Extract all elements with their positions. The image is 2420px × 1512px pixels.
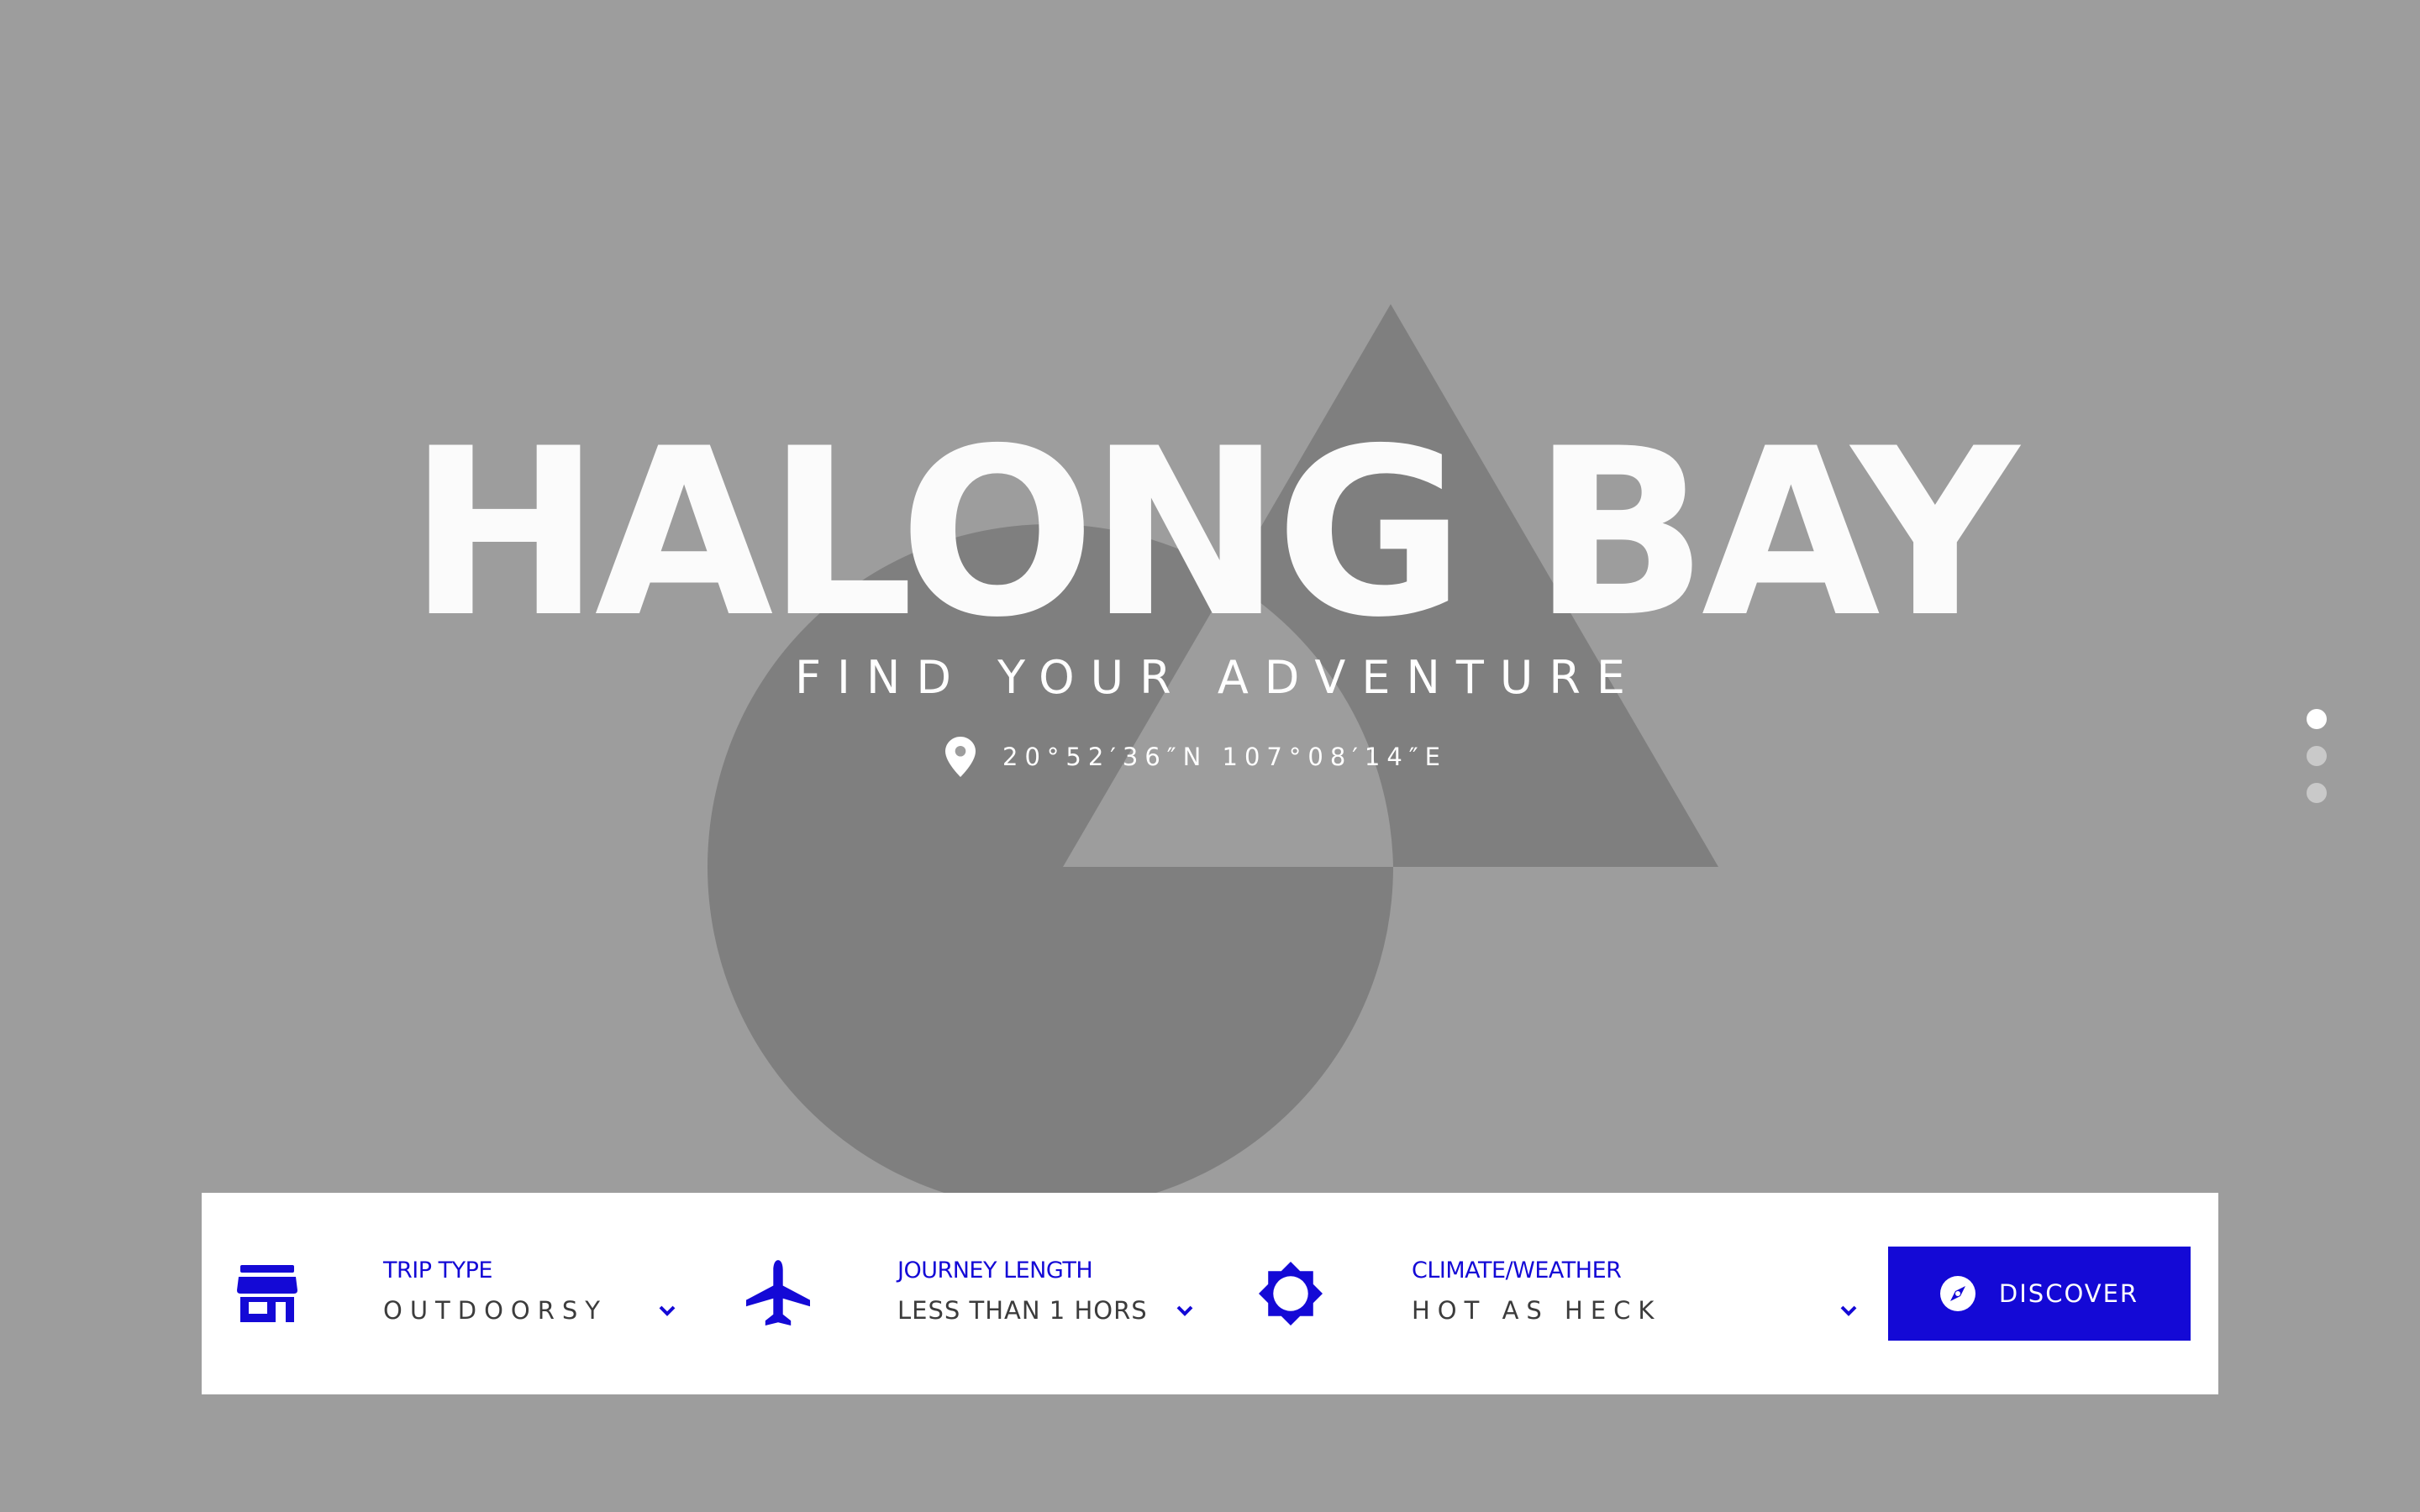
journey-length-select[interactable]: JOURNEY LENGTH LESS THAN 1 HORS: [746, 1193, 1250, 1394]
chevron-down-icon: [659, 1305, 676, 1316]
hero-section: HALONG BAY FIND YOUR ADVENTURE 20°52′36″…: [0, 0, 2420, 1512]
discover-button-label: DISCOVER: [1998, 1279, 2139, 1308]
slide-pager: [2307, 709, 2328, 820]
page-title: HALONG BAY: [408, 399, 2018, 668]
compass-icon: [1939, 1276, 1975, 1311]
climate-weather-value: HOT AS HECK: [1412, 1296, 1662, 1325]
trip-type-value: OUTDOORSY: [383, 1296, 608, 1325]
pager-dot-1[interactable]: [2307, 709, 2327, 729]
airplane-icon: [746, 1258, 810, 1329]
climate-weather-label: CLIMATE/WEATHER: [1412, 1257, 1622, 1284]
sun-icon: [1259, 1258, 1323, 1329]
store-icon: [235, 1258, 299, 1329]
location-coordinates: 20°52′36″N 107°08′14″E: [945, 736, 1447, 778]
chevron-down-icon: [1176, 1305, 1193, 1316]
page-subtitle: FIND YOUR ADVENTURE: [794, 651, 1642, 704]
coordinates-text: 20°52′36″N 107°08′14″E: [1002, 743, 1447, 771]
discover-button[interactable]: DISCOVER: [1888, 1247, 2191, 1341]
trip-type-select[interactable]: TRIP TYPE OUTDOORSY: [235, 1193, 723, 1394]
journey-length-label: JOURNEY LENGTH: [897, 1257, 1093, 1284]
map-pin-icon: [945, 737, 976, 777]
journey-length-value: LESS THAN 1 HORS: [897, 1296, 1148, 1325]
pager-dot-2[interactable]: [2307, 746, 2327, 766]
search-bar: TRIP TYPE OUTDOORSY JOURNEY LENGTH LESS …: [202, 1193, 2218, 1394]
trip-type-label: TRIP TYPE: [383, 1257, 492, 1284]
climate-weather-select[interactable]: CLIMATE/WEATHER HOT AS HECK: [1259, 1193, 1864, 1394]
pager-dot-3[interactable]: [2307, 783, 2327, 803]
chevron-down-icon: [1840, 1305, 1857, 1316]
